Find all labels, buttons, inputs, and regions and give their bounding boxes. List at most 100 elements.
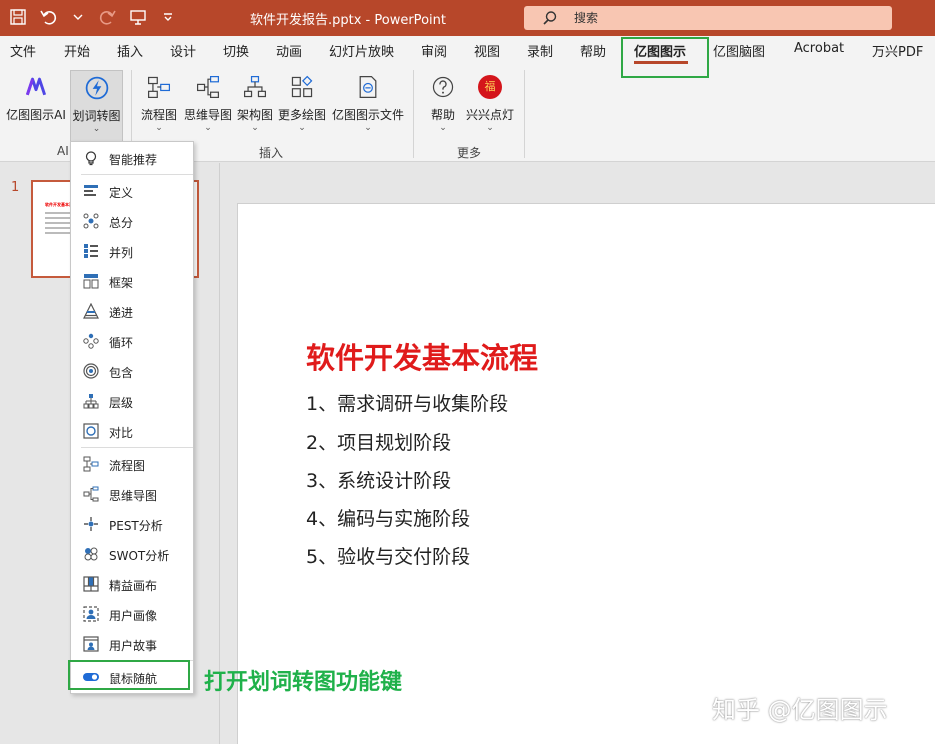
- search-input[interactable]: [574, 9, 874, 27]
- menu-item-cycle[interactable]: 循环: [71, 326, 193, 356]
- thumbnail-line: [45, 217, 73, 219]
- convert-selection-button[interactable]: 划词转图 ⌄: [70, 70, 123, 145]
- definition-icon: [83, 183, 99, 199]
- menu-item-pest[interactable]: PEST分析: [71, 509, 193, 539]
- compare-icon: [83, 423, 99, 439]
- lightning-icon: [82, 73, 112, 103]
- search-icon: [543, 11, 557, 25]
- edraw-file-button[interactable]: 亿图图示文件 ⌄: [331, 70, 405, 136]
- ribbon-separator: [524, 70, 525, 158]
- chevron-down-icon: ⌄: [155, 123, 163, 133]
- edraw-ai-button[interactable]: 亿图图示AI: [4, 70, 68, 136]
- menu-item-framework[interactable]: 框架: [71, 266, 193, 296]
- pest-icon: [83, 516, 99, 532]
- menu-item-swot[interactable]: SWOT分析: [71, 539, 193, 569]
- thumbnail-line: [45, 227, 73, 229]
- menu-item-flowchart[interactable]: 流程图: [71, 449, 193, 479]
- hierarchy-icon: [83, 393, 99, 409]
- menu-item-total-split[interactable]: 总分: [71, 206, 193, 236]
- menu-item-definition[interactable]: 定义: [71, 176, 193, 206]
- tab-help[interactable]: 帮助: [580, 41, 606, 60]
- tab-edraw-mindmap[interactable]: 亿图脑图: [713, 41, 765, 60]
- document-title: 软件开发报告.pptx - PowerPoint: [250, 13, 446, 28]
- tab-view[interactable]: 视图: [474, 41, 500, 60]
- flowchart-button[interactable]: 流程图 ⌄: [139, 70, 179, 136]
- parallel-icon: [83, 243, 99, 259]
- save-icon[interactable]: [8, 6, 28, 28]
- user-story-icon: [83, 636, 99, 652]
- concentric-icon: [83, 363, 99, 379]
- chevron-down-icon: ⌄: [204, 123, 212, 133]
- flowchart-icon: [144, 72, 174, 102]
- mindmap-icon: [193, 72, 223, 102]
- more-drawings-button[interactable]: 更多绘图 ⌄: [277, 70, 327, 136]
- tab-edraw[interactable]: 亿图图示: [634, 41, 686, 60]
- chevron-down-icon: ⌄: [251, 123, 259, 133]
- total-split-icon: [83, 213, 99, 229]
- tab-home[interactable]: 开始: [64, 41, 90, 60]
- slide-title[interactable]: 软件开发基本流程: [306, 335, 538, 377]
- help-button[interactable]: 帮助 ⌄: [426, 70, 460, 136]
- menu-item-mindmap[interactable]: 思维导图: [71, 479, 193, 509]
- group-label-more: 更多: [457, 146, 482, 160]
- group-label-ai: AI: [57, 144, 69, 158]
- ribbon-tab-bar: 文件 开始 插入 设计 切换 动画 幻灯片放映 审阅 视图 录制 帮助 亿图图示…: [0, 36, 935, 64]
- shapes-icon: [287, 72, 317, 102]
- question-icon: [428, 72, 458, 102]
- chevron-down-icon: ⌄: [439, 123, 447, 133]
- menu-item-compare[interactable]: 对比: [71, 416, 193, 446]
- tab-design[interactable]: 设计: [170, 41, 196, 60]
- xingxing-button[interactable]: 福 兴兴点灯 ⌄: [464, 70, 516, 136]
- present-icon[interactable]: [128, 6, 148, 28]
- tab-slideshow[interactable]: 幻灯片放映: [329, 41, 394, 60]
- customize-toolbar-icon[interactable]: [158, 6, 178, 28]
- slide-bullet[interactable]: 4、编码与实施阶段: [306, 504, 470, 531]
- tab-animations[interactable]: 动画: [276, 41, 302, 60]
- tab-wondershare-pdf[interactable]: 万兴PDF: [872, 41, 923, 60]
- thumbnail-line: [45, 212, 73, 214]
- mindmap-button[interactable]: 思维导图 ⌄: [183, 70, 233, 136]
- undo-icon[interactable]: [38, 6, 58, 28]
- tab-record[interactable]: 录制: [527, 41, 553, 60]
- orgchart-button[interactable]: 架构图 ⌄: [236, 70, 274, 136]
- tab-file[interactable]: 文件: [10, 41, 36, 60]
- menu-item-user-persona[interactable]: 用户画像: [71, 599, 193, 629]
- mindmap-icon: [83, 486, 99, 502]
- grid-icon: [83, 576, 99, 592]
- tab-acrobat[interactable]: Acrobat: [794, 41, 844, 56]
- redo-icon[interactable]: [98, 6, 118, 28]
- menu-item-progressive[interactable]: 递进: [71, 296, 193, 326]
- chevron-down-icon: ⌄: [486, 123, 494, 133]
- pyramid-icon: [83, 303, 99, 319]
- menu-item-mouse-follow[interactable]: 鼠标随航: [71, 662, 193, 692]
- slide-bullet[interactable]: 5、验收与交付阶段: [306, 542, 470, 569]
- toggle-switch-icon[interactable]: [83, 669, 99, 685]
- tab-insert[interactable]: 插入: [117, 41, 143, 60]
- tab-review[interactable]: 审阅: [421, 41, 447, 60]
- swot-icon: [83, 546, 99, 562]
- menu-item-contain[interactable]: 包含: [71, 356, 193, 386]
- tab-transitions[interactable]: 切换: [223, 41, 249, 60]
- watermark: 知乎 @亿图图示: [712, 696, 888, 724]
- menu-item-lean-canvas[interactable]: 精益画布: [71, 569, 193, 599]
- flowchart-icon: [83, 456, 99, 472]
- lightbulb-icon: [83, 150, 99, 166]
- undo-dropdown-icon[interactable]: [68, 6, 88, 28]
- search-box[interactable]: [524, 6, 892, 30]
- cycle-icon: [83, 333, 99, 349]
- ribbon-separator: [413, 70, 414, 158]
- menu-item-user-story[interactable]: 用户故事: [71, 629, 193, 659]
- chevron-down-icon: ⌄: [298, 123, 306, 133]
- user-persona-icon: [83, 606, 99, 622]
- slide-bullet[interactable]: 2、项目规划阶段: [306, 428, 451, 455]
- convert-dropdown-menu: 智能推荐 定义 总分 并列 框架 递进 循环 包含 层级 对比 流程图 思维导图…: [70, 141, 194, 694]
- menu-item-parallel[interactable]: 并列: [71, 236, 193, 266]
- menu-item-hierarchy[interactable]: 层级: [71, 386, 193, 416]
- fortune-badge-icon: 福: [475, 72, 505, 102]
- slide-bullet[interactable]: 3、系统设计阶段: [306, 466, 451, 493]
- slide-number: 1: [11, 180, 20, 195]
- thumbnail-line: [45, 232, 73, 234]
- chevron-down-icon: ⌄: [364, 123, 372, 133]
- menu-item-recommend[interactable]: 智能推荐: [71, 143, 193, 173]
- slide-bullet[interactable]: 1、需求调研与收集阶段: [306, 389, 508, 416]
